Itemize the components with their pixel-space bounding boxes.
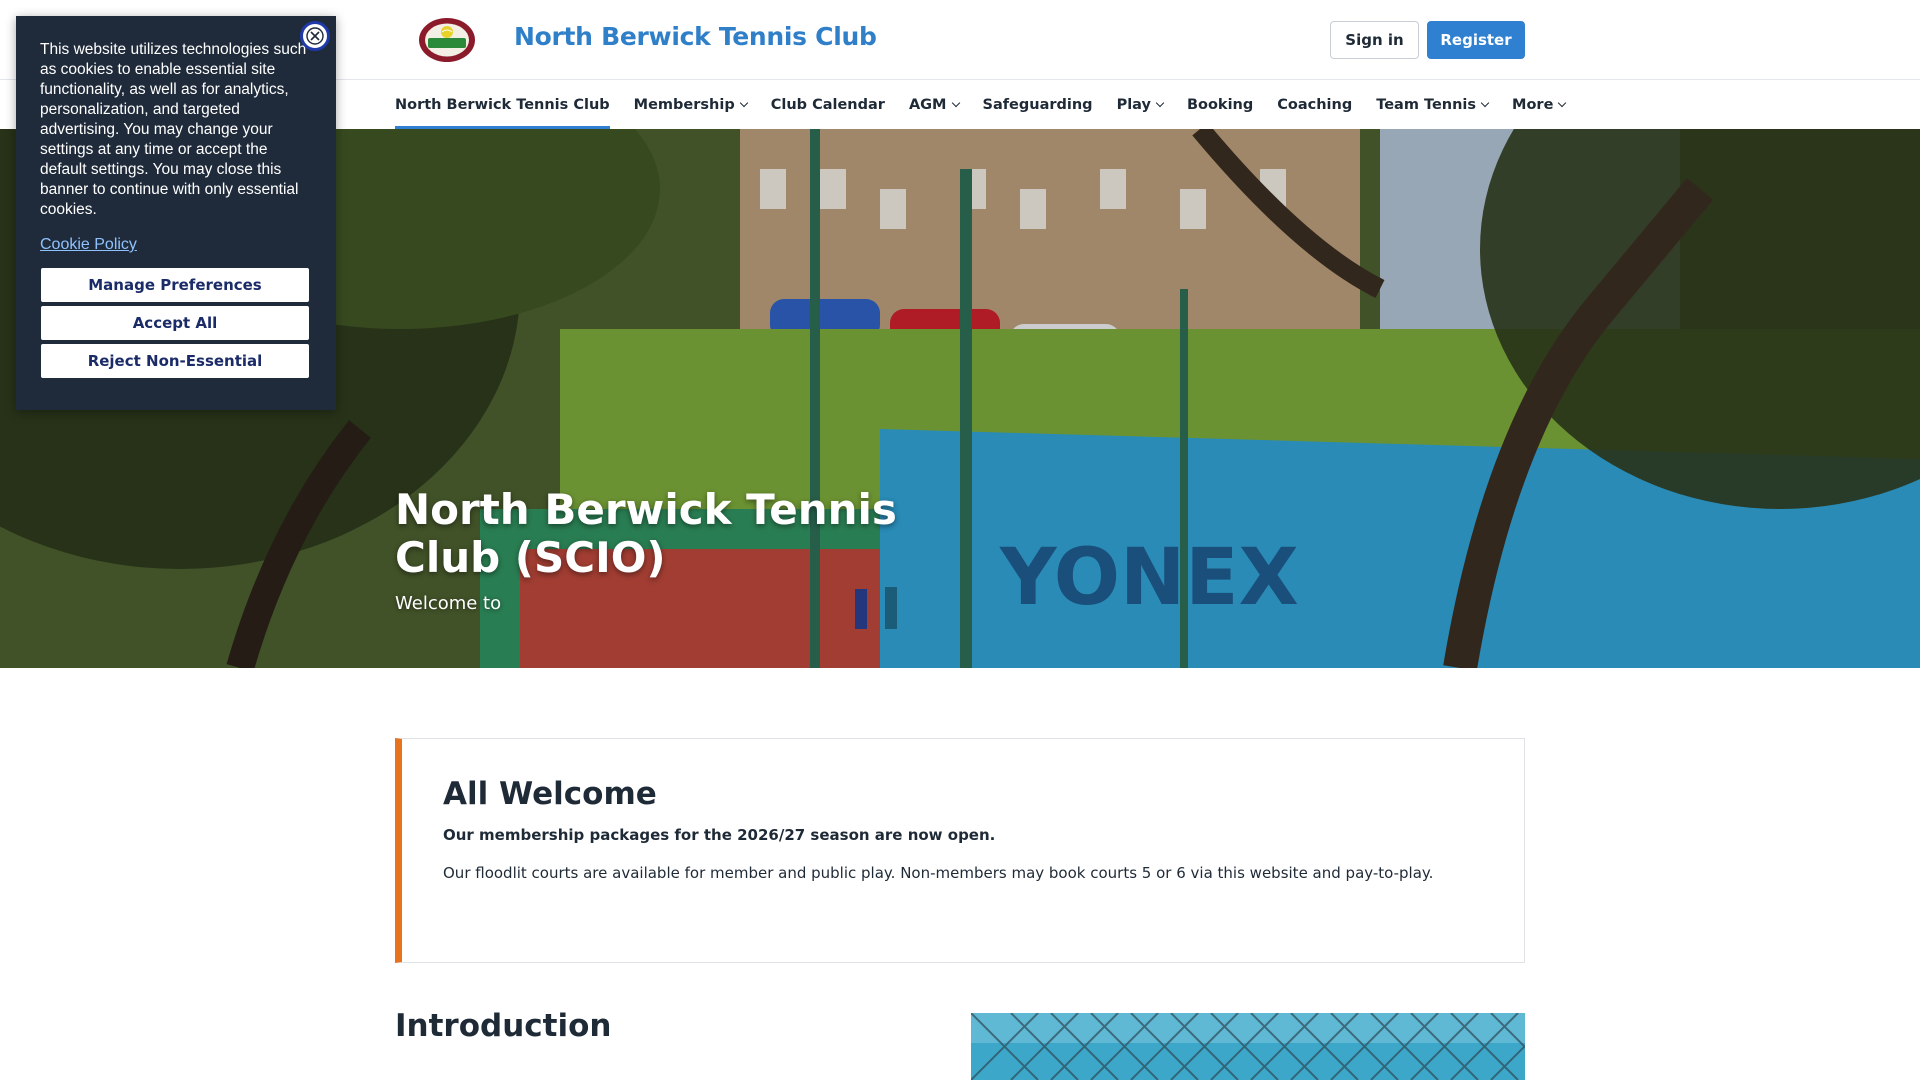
nav-item-team-tennis[interactable]: Team Tennis [1376,80,1490,129]
nav-label: Club Calendar [770,96,885,113]
hero-title: North Berwick Tennis Club (SCIO) [395,485,897,582]
register-button[interactable]: Register [1427,21,1525,59]
nav-label: Team Tennis [1376,96,1477,113]
intro-photo [971,1013,1525,1080]
chevron-down-icon [1155,98,1165,107]
hero-subtitle: Welcome to [395,593,502,614]
membership-announcement: Our membership packages for the 2026/27 … [443,826,996,844]
chevron-down-icon [1558,98,1567,107]
nav-item-membership[interactable]: Membership [633,80,748,129]
reject-non-essential-button[interactable]: Reject Non-Essential [41,344,309,378]
close-banner-button[interactable] [300,21,330,51]
main-nav: North Berwick Tennis Club Membership Clu… [395,80,1589,129]
chevron-down-icon [739,98,748,107]
cookie-banner: This website utilizes technologies such … [16,16,336,410]
nav-item-safeguarding[interactable]: Safeguarding [983,80,1093,129]
club-logo[interactable] [418,16,476,64]
courts-info: Our floodlit courts are available for me… [443,864,1434,882]
sign-in-button[interactable]: Sign in [1330,21,1419,59]
nav-label: Booking [1186,96,1254,113]
nav-item-club-calendar[interactable]: Club Calendar [771,80,885,129]
close-icon [306,27,324,45]
cookie-policy-link[interactable]: Cookie Policy [40,236,312,254]
nav-label: North Berwick Tennis Club [395,96,610,113]
nav-label: AGM [908,96,947,113]
nav-label: Play [1116,96,1151,113]
club-name-link[interactable]: North Berwick Tennis Club [514,22,877,51]
manage-preferences-button[interactable]: Manage Preferences [41,268,309,302]
introduction-heading: Introduction [395,1008,612,1044]
nav-label: Membership [633,96,735,113]
nav-label: More [1512,96,1554,113]
nav-item-booking[interactable]: Booking [1187,80,1253,129]
nav-label: Safeguarding [982,96,1093,113]
welcome-title: All Welcome [443,776,657,812]
nav-item-play[interactable]: Play [1116,80,1165,129]
chevron-down-icon [951,98,960,107]
nav-item-agm[interactable]: AGM [908,80,960,129]
welcome-card: All Welcome Our membership packages for … [395,738,1525,963]
nav-item-home[interactable]: North Berwick Tennis Club [395,80,610,129]
nav-label: Coaching [1277,96,1353,113]
chevron-down-icon [1480,98,1490,107]
cookie-banner-text: This website utilizes technologies such … [40,41,307,218]
nav-item-more[interactable]: More [1512,80,1567,129]
nav-item-coaching[interactable]: Coaching [1277,80,1352,129]
accept-all-button[interactable]: Accept All [41,306,309,340]
